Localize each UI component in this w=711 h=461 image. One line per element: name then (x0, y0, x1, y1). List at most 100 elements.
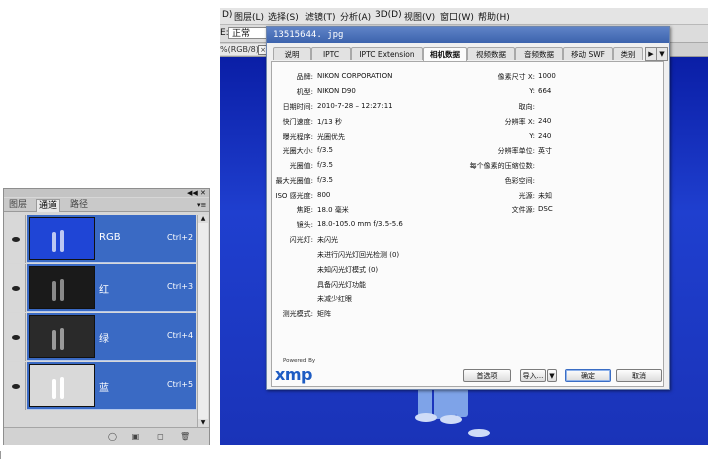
channel-name: 绿 (99, 334, 109, 345)
channel-shortcut: Ctrl+2 (167, 233, 194, 242)
field-value: 2010-7-28 – 12:27:11 (317, 102, 393, 110)
field-label: 最大光圈值: (275, 177, 313, 185)
flash-detail: 未进行闪光灯回光检测 (0) (317, 251, 400, 259)
field-value: NIKON D90 (317, 87, 356, 95)
thumb-figure (52, 379, 56, 399)
channel-row-blue[interactable]: 蓝 Ctrl+5 (6, 362, 196, 410)
channel-row-red[interactable]: 红 Ctrl+3 (6, 264, 196, 312)
field-label: 像素尺寸 X: (497, 73, 535, 81)
load-selection-icon[interactable]: ◯ (108, 432, 117, 441)
panel-scrollbar[interactable]: ▲ ▼ (197, 215, 208, 427)
field-label: 每个像素的压缩位数: (469, 162, 535, 170)
tab-video-data[interactable]: 视频数据 (467, 47, 515, 60)
field-value: 矩阵 (317, 310, 331, 318)
document-tab-label: %(RGB/8) (220, 45, 259, 54)
channel-shortcut: Ctrl+5 (167, 380, 194, 389)
field-label: 光圈大小: (282, 147, 313, 155)
menu-item-select[interactable]: 选择(S) (268, 10, 299, 23)
dialog-tabs: 说明 IPTC IPTC Extension 相机数据 视频数据 音频数据 移动… (273, 47, 668, 61)
thumb-figure (60, 328, 64, 350)
channel-thumbnail (29, 217, 95, 260)
channel-row-rgb[interactable]: RGB Ctrl+2 (6, 215, 196, 263)
thumb-figure (60, 230, 64, 252)
channel-row-green[interactable]: 绿 Ctrl+4 (6, 313, 196, 361)
field-label: 光源: (518, 192, 535, 200)
panel-tabs: 图层 通道 路径 ▾≡ (4, 198, 209, 212)
xmp-powered-by: Powered By (283, 358, 316, 364)
scroll-up-icon[interactable]: ▲ (198, 215, 208, 223)
menu-item-help[interactable]: 帮助(H) (478, 10, 510, 23)
menu-item-window[interactable]: 窗口(W) (440, 10, 474, 23)
field-value: NIKON CORPORATION (317, 72, 393, 80)
channel-body[interactable]: 绿 Ctrl+4 (27, 313, 196, 361)
field-value: DSC (538, 205, 553, 213)
menu-item-analysis[interactable]: 分析(A) (340, 10, 371, 23)
flash-detail: 未减少红眼 (317, 295, 352, 303)
document-tab[interactable]: %(RGB/8) × (220, 44, 271, 55)
tab-paths[interactable]: 路径 (68, 199, 90, 211)
channel-body[interactable]: 红 Ctrl+3 (27, 264, 196, 312)
visibility-toggle[interactable] (6, 313, 26, 361)
field-value: 240 (538, 117, 552, 125)
menu-item-3d[interactable]: 3D(D) (375, 10, 402, 20)
field-label: ISO 感光度: (275, 192, 313, 200)
field-label: 色彩空间: (504, 177, 535, 185)
foot-shape (468, 429, 490, 437)
close-icon[interactable]: ✕ (200, 189, 206, 197)
tab-layers[interactable]: 图层 (7, 199, 29, 211)
tab-camera-data[interactable]: 相机数据 (423, 47, 467, 61)
channel-thumbnail (29, 364, 95, 407)
menu-leading-mark: D) (222, 10, 233, 20)
file-info-dialog: 13515644. jpg 说明 IPTC IPTC Extension 相机数… (266, 26, 670, 390)
field-value: 18.0-105.0 mm f/3.5-5.6 (317, 220, 403, 228)
field-value: 未知 (538, 192, 552, 200)
collapse-icon[interactable]: ◀◀ (187, 189, 198, 197)
visibility-toggle[interactable] (6, 264, 26, 312)
panel-topbar: ◀◀ ✕ (4, 189, 209, 197)
thumb-figure (60, 279, 64, 301)
eye-icon (11, 236, 20, 242)
save-selection-icon[interactable]: ▣ (131, 432, 140, 441)
field-label: 焦距: (296, 206, 313, 214)
tab-categories[interactable]: 类别 (613, 47, 643, 60)
foot-shape (440, 415, 462, 424)
channels-panel: ◀◀ ✕ 图层 通道 路径 ▾≡ RGB Ctrl+2 红 Ctrl+3 绿 C… (3, 188, 210, 445)
tab-mobile-swf[interactable]: 移动 SWF (563, 47, 613, 60)
eye-icon (11, 285, 20, 291)
import-dropdown-icon[interactable]: ▼ (547, 369, 557, 382)
blend-mode-select[interactable]: 正常 (228, 27, 268, 39)
new-channel-icon[interactable]: ◻ (156, 432, 165, 441)
visibility-toggle[interactable] (6, 215, 26, 263)
channel-body[interactable]: 蓝 Ctrl+5 (27, 362, 196, 410)
corner-mark (0, 451, 6, 459)
eye-icon (11, 383, 20, 389)
channel-body[interactable]: RGB Ctrl+2 (27, 215, 196, 263)
xmp-logo: xmp (275, 365, 312, 384)
field-value: 1000 (538, 72, 556, 80)
tab-iptc-extension[interactable]: IPTC Extension (351, 47, 423, 60)
tab-audio-data[interactable]: 音频数据 (515, 47, 563, 60)
camera-data-panel: 品牌: NIKON CORPORATION 机型: NIKON D90 日期时间… (271, 61, 664, 387)
field-label: Y: (529, 87, 535, 95)
preferences-button[interactable]: 首选项 (463, 369, 511, 382)
field-value: 800 (317, 191, 331, 199)
flash-detail: 具备闪光灯功能 (317, 281, 366, 289)
trash-icon[interactable]: 🗑 (180, 432, 190, 441)
tab-iptc[interactable]: IPTC (311, 47, 351, 60)
visibility-toggle[interactable] (6, 362, 26, 410)
cancel-button[interactable]: 取消 (616, 369, 662, 382)
field-label: 分辨率单位: (497, 147, 535, 155)
foot-shape (415, 413, 437, 422)
menu-item-view[interactable]: 视图(V) (404, 10, 435, 23)
tab-menu-icon[interactable]: ▼ (656, 47, 668, 61)
tab-description[interactable]: 说明 (273, 47, 311, 60)
tab-channels[interactable]: 通道 (36, 199, 61, 212)
ok-button[interactable]: 确定 (565, 369, 611, 382)
menu-item-filter[interactable]: 滤镜(T) (305, 10, 336, 23)
menu-item-layer[interactable]: 图层(L) (234, 10, 264, 23)
scroll-down-icon[interactable]: ▼ (198, 419, 208, 427)
thumb-figure (52, 330, 56, 350)
import-button[interactable]: 导入... (520, 369, 546, 382)
panel-menu-icon[interactable]: ▾≡ (197, 199, 206, 211)
thumb-figure (60, 377, 64, 399)
